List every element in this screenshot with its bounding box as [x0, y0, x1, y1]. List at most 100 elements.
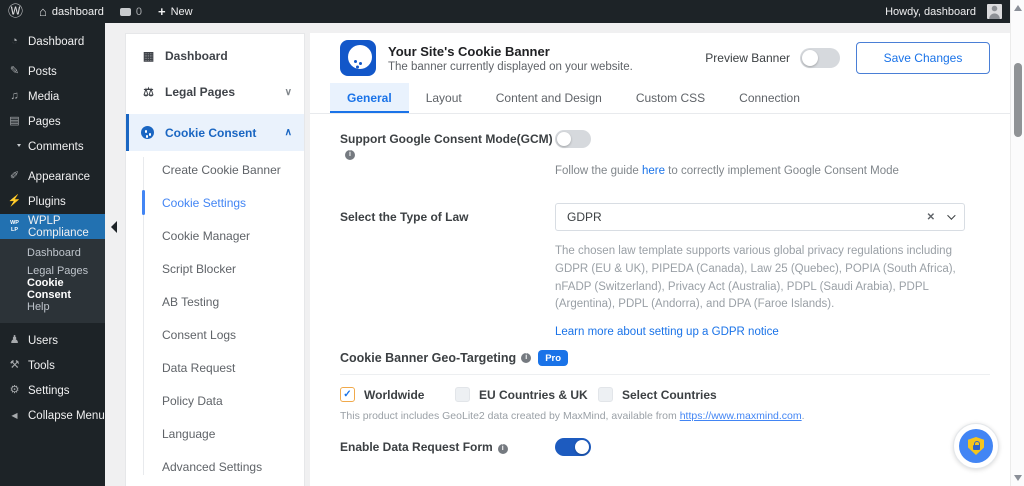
collapse-label: Collapse Menu: [28, 409, 105, 422]
eu-countries-label: EU Countries & UK: [479, 387, 588, 402]
comments-menu[interactable]: 0: [112, 0, 150, 23]
gear-icon: ⚙: [9, 384, 20, 396]
cookie-icon: [141, 126, 154, 139]
geo-targeting-header: Cookie Banner Geo-Targeting i Pro: [310, 350, 1010, 367]
tab-custom-css[interactable]: Custom CSS: [619, 83, 722, 113]
wp-logo-menu[interactable]: Ⓦ: [0, 0, 31, 23]
save-changes-button[interactable]: Save Changes: [856, 42, 990, 74]
plugin-nav-label: Legal Pages: [165, 85, 236, 99]
section-divider: [340, 374, 990, 376]
page-subtitle: The banner currently displayed on your w…: [388, 60, 633, 73]
geo-options-row: ✓ Worldwide EU Countries & UK Select Cou…: [310, 387, 1010, 403]
nav-create-cookie-banner[interactable]: Create Cookie Banner: [126, 153, 304, 186]
sidebar-item-comments[interactable]: Comments: [0, 134, 105, 159]
media-icon: ♫: [10, 90, 19, 102]
pro-badge: Pro: [538, 350, 569, 367]
comment-bubble-icon: [119, 7, 131, 16]
plus-icon: +: [158, 4, 166, 19]
nav-advanced-settings[interactable]: Advanced Settings: [126, 450, 304, 483]
sidebar-item-label: Settings: [28, 384, 70, 397]
tab-connection[interactable]: Connection: [722, 83, 817, 113]
sidebar-item-appearance[interactable]: ✐ Appearance: [0, 164, 105, 189]
sidebar-item-label: Pages: [28, 115, 61, 128]
nav-ab-testing[interactable]: AB Testing: [126, 285, 304, 318]
gcm-toggle[interactable]: [555, 130, 591, 148]
new-label: New: [170, 5, 193, 18]
grid-icon: ▦: [142, 49, 155, 63]
law-help-text: The chosen law template supports various…: [555, 245, 956, 311]
pages-icon: ▤: [9, 115, 20, 127]
home-icon: ⌂: [39, 4, 47, 19]
maxmind-link[interactable]: https://www.maxmind.com: [680, 410, 802, 422]
submenu-item-cookie-consent[interactable]: Cookie Consent: [0, 277, 105, 301]
sidebar-item-label: Dashboard: [28, 35, 85, 48]
clear-icon[interactable]: ✕: [927, 212, 935, 223]
sidebar-item-tools[interactable]: ⚒ Tools: [0, 353, 105, 378]
preview-banner-toggle[interactable]: [800, 48, 840, 68]
wplp-submenu: Dashboard Legal Pages Cookie Consent Hel…: [0, 239, 105, 323]
plugin-nav-legal-pages[interactable]: ⚖ Legal Pages ∨: [126, 74, 304, 110]
data-request-row: Enable Data Request Form i: [310, 438, 1010, 461]
new-menu[interactable]: + New: [150, 0, 201, 23]
plugin-nav-label: Cookie Consent: [165, 125, 257, 140]
scroll-up-arrow[interactable]: [1014, 5, 1022, 11]
nav-consent-logs[interactable]: Consent Logs: [126, 318, 304, 351]
worldwide-label: Worldwide: [364, 387, 425, 402]
nav-data-request[interactable]: Data Request: [126, 351, 304, 384]
plugin-icon: ⚡: [7, 195, 22, 207]
sidebar-item-plugins[interactable]: ⚡ Plugins: [0, 189, 105, 214]
gcm-row: Support Google Consent Mode(GCM)i Follow…: [310, 130, 1010, 177]
info-icon[interactable]: i: [497, 444, 508, 455]
site-menu[interactable]: ⌂ dashboard: [31, 0, 112, 23]
eu-countries-checkbox[interactable]: [455, 387, 470, 403]
sidebar-item-pages[interactable]: ▤ Pages: [0, 109, 105, 134]
info-icon[interactable]: i: [521, 353, 532, 364]
settings-tabs: General Layout Content and Design Custom…: [310, 83, 1010, 114]
tools-icon: ⚒: [9, 359, 20, 371]
page-title: Your Site's Cookie Banner: [388, 43, 550, 59]
preview-banner-label: Preview Banner: [705, 51, 790, 65]
scroll-down-arrow[interactable]: [1014, 475, 1022, 481]
tab-layout[interactable]: Layout: [409, 83, 479, 113]
gcm-guide-link[interactable]: here: [642, 165, 665, 177]
submenu-item-dashboard[interactable]: Dashboard: [0, 244, 105, 262]
main-panel: Your Site's Cookie Banner The banner cur…: [310, 33, 1010, 486]
nav-language[interactable]: Language: [126, 417, 304, 450]
toggle-knob: [575, 440, 589, 455]
sidebar-item-wplp-compliance[interactable]: WP LP WPLP Compliance: [0, 214, 117, 239]
chevron-up-icon: ∧: [284, 127, 292, 138]
chevron-down-icon: ∨: [284, 86, 292, 98]
scrollbar-thumb[interactable]: [1014, 63, 1022, 137]
data-request-toggle[interactable]: [555, 438, 591, 457]
law-select[interactable]: GDPR ✕: [555, 203, 965, 231]
sidebar-item-users[interactable]: ♟ Users: [0, 328, 105, 353]
plugin-nav-dashboard[interactable]: ▦ Dashboard: [126, 38, 304, 74]
chevron-down-icon: [947, 211, 956, 220]
collapse-menu-button[interactable]: ◀ Collapse Menu: [0, 403, 105, 428]
site-name: dashboard: [51, 5, 104, 18]
nav-script-blocker[interactable]: Script Blocker: [126, 252, 304, 285]
scrollbar[interactable]: [1010, 0, 1024, 486]
nav-cookie-manager[interactable]: Cookie Manager: [126, 219, 304, 252]
plugin-nav-cookie-consent[interactable]: Cookie Consent ∧: [126, 114, 304, 151]
banner-header: Your Site's Cookie Banner The banner cur…: [310, 33, 1010, 81]
select-countries-checkbox[interactable]: [598, 387, 613, 403]
sidebar-item-posts[interactable]: ✎ Posts: [0, 59, 105, 84]
sidebar-item-label: Appearance: [28, 170, 91, 183]
sidebar-item-dashboard[interactable]: ◔ Dashboard: [0, 29, 105, 54]
nav-policy-data[interactable]: Policy Data: [126, 384, 304, 417]
tab-content-and-design[interactable]: Content and Design: [479, 83, 619, 113]
wordpress-logo-icon: Ⓦ: [8, 3, 24, 20]
sidebar-item-settings[interactable]: ⚙ Settings: [0, 378, 105, 403]
worldwide-checkbox[interactable]: ✓: [340, 387, 355, 403]
sidebar-item-media[interactable]: ♫ Media: [0, 84, 105, 109]
plugin-nav-label: Dashboard: [165, 49, 228, 63]
sidebar-item-label: Plugins: [28, 195, 66, 208]
sidebar-item-label: WPLP Compliance: [28, 214, 89, 239]
gdpr-learn-more-link[interactable]: Learn more about setting up a GDPR notic…: [555, 326, 779, 338]
account-menu[interactable]: Howdy, dashboard: [877, 0, 1010, 23]
tab-general[interactable]: General: [330, 83, 409, 113]
nav-cookie-settings[interactable]: Cookie Settings: [126, 186, 304, 219]
compliance-badge-button[interactable]: [953, 423, 999, 469]
info-icon[interactable]: i: [345, 150, 355, 160]
